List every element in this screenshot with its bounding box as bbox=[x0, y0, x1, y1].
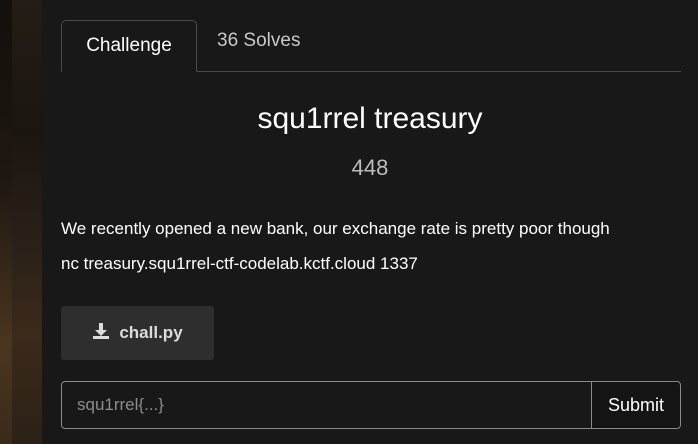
file-name: chall.py bbox=[119, 323, 183, 342]
flag-input[interactable] bbox=[61, 381, 592, 429]
tab-challenge[interactable]: Challenge bbox=[61, 20, 197, 72]
challenge-modal: Challenge 36 Solves squ1rrel treasury 44… bbox=[42, 0, 698, 444]
submit-button[interactable]: Submit bbox=[591, 381, 681, 429]
backdrop bbox=[0, 0, 42, 444]
download-icon bbox=[92, 322, 119, 345]
challenge-description-line: We recently opened a new bank, our excha… bbox=[61, 219, 610, 238]
download-file-button[interactable]: chall.py bbox=[61, 306, 214, 360]
challenge-connection-info: nc treasury.squ1rrel-ctf-codelab.kctf.cl… bbox=[61, 254, 418, 273]
flag-submission-form: Submit bbox=[61, 381, 681, 429]
tab-solves[interactable]: 36 Solves bbox=[217, 16, 300, 66]
challenge-tabs: Challenge 36 Solves bbox=[61, 20, 681, 72]
challenge-title: squ1rrel treasury bbox=[257, 102, 483, 135]
challenge-points: 448 bbox=[351, 155, 389, 180]
